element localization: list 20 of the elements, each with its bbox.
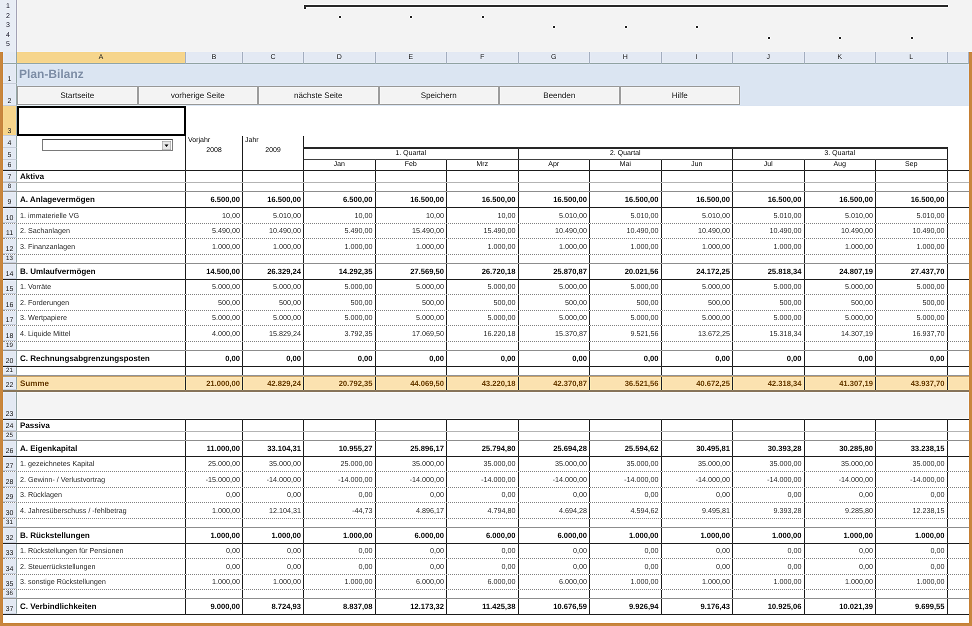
- sheet-button[interactable]: Hilfe: [620, 86, 740, 104]
- row-label: C. Verbindlichkeiten: [17, 599, 186, 614]
- row-label: C. Rechnungsabgrenzungsposten: [17, 350, 186, 366]
- sheet-button[interactable]: nächste Seite: [258, 86, 378, 104]
- sheet-button[interactable]: Beenden: [499, 86, 620, 104]
- outline-bracket-icon: [304, 5, 948, 9]
- row-label: A. Eigenkapital: [17, 440, 186, 456]
- row-label: Summe: [17, 376, 186, 390]
- row-label: Passiva: [17, 420, 186, 430]
- row-label: B. Umlaufvermögen: [17, 264, 186, 278]
- row-label: A. Anlagevermögen: [17, 192, 186, 207]
- sheet-title: Plan-Bilanz: [18, 67, 84, 81]
- sheet-button[interactable]: vorherige Seite: [138, 86, 258, 104]
- row-label: Aktiva: [17, 171, 186, 182]
- cell-cursor[interactable]: [17, 106, 186, 136]
- dropdown-arrow-icon: [162, 140, 171, 150]
- sheet-button[interactable]: Startseite: [17, 86, 138, 104]
- sheet-button[interactable]: Speichern: [378, 86, 499, 104]
- dropdown-field[interactable]: [42, 139, 173, 151]
- row-label: B. Rückstellungen: [17, 528, 186, 542]
